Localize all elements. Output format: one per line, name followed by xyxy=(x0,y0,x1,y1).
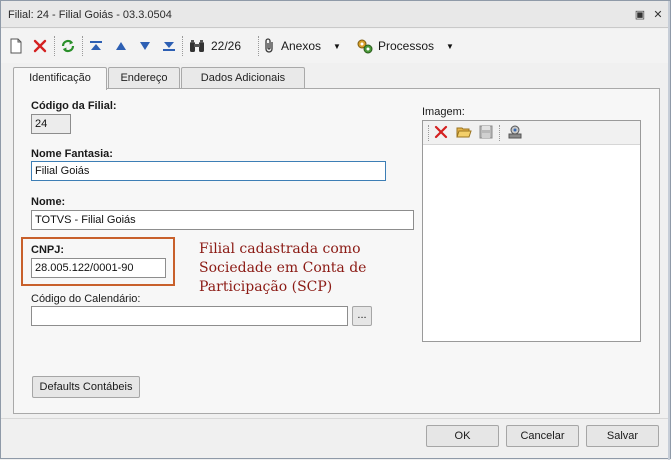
tab-identificacao[interactable]: Identificação xyxy=(13,67,107,90)
tab-endereco[interactable]: Endereço xyxy=(108,67,180,89)
toolbar-separator xyxy=(499,125,500,141)
processes-button[interactable]: Processos ▼ xyxy=(356,35,456,57)
toolbar-separator xyxy=(182,36,183,56)
toolbar-separator xyxy=(258,36,259,56)
image-label: Imagem: xyxy=(422,106,465,118)
previous-record-icon[interactable] xyxy=(112,35,130,57)
name-label: Nome: xyxy=(31,196,66,208)
toolbar-separator xyxy=(82,36,83,56)
cnpj-input[interactable]: 28.005.122/0001-90 xyxy=(31,258,166,278)
open-folder-icon[interactable] xyxy=(456,125,472,142)
window-title: Filial: 24 - Filial Goiás - 03.3.0504 xyxy=(8,9,172,21)
attachments-button[interactable]: Anexos ▼ xyxy=(263,35,351,57)
name-input[interactable]: TOTVS - Filial Goiás xyxy=(31,210,414,230)
attachments-label: Anexos xyxy=(281,39,322,53)
branch-code-field[interactable]: 24 xyxy=(31,114,71,134)
toolbar-separator xyxy=(54,36,55,56)
title-bar: Filial: 24 - Filial Goiás - 03.3.0504 ▣ … xyxy=(1,1,670,28)
scp-annotation: Filial cadastrada como Sociedade em Cont… xyxy=(199,240,366,297)
annotation-line: Filial cadastrada como xyxy=(199,241,361,257)
calendar-code-input[interactable] xyxy=(31,306,348,326)
first-record-icon[interactable] xyxy=(87,35,105,57)
toolbar-separator xyxy=(428,125,429,141)
toolbar: 22/26 Anexos ▼ Processos ▼ xyxy=(1,29,670,63)
image-toolbar xyxy=(423,121,640,145)
record-counter: 22/26 xyxy=(211,39,242,53)
ok-button[interactable]: OK xyxy=(426,425,499,447)
trade-name-input[interactable]: Filial Goiás xyxy=(31,161,386,181)
annotation-line: Participação (SCP) xyxy=(199,279,333,295)
scanner-icon[interactable] xyxy=(507,124,523,143)
refresh-icon[interactable] xyxy=(58,35,78,57)
processes-label: Processos xyxy=(378,39,435,53)
calendar-code-label: Código do Calendário: xyxy=(31,293,141,305)
window-edge xyxy=(668,1,670,460)
dialog-window: Filial: 24 - Filial Goiás - 03.3.0504 ▣ … xyxy=(0,0,671,460)
branch-code-label: Código da Filial: xyxy=(31,100,117,112)
next-record-icon[interactable] xyxy=(136,35,154,57)
cancel-button[interactable]: Cancelar xyxy=(506,425,579,447)
pin-icon[interactable]: ▣ xyxy=(633,8,647,22)
annotation-line: Sociedade em Conta de xyxy=(199,260,367,276)
footer-divider xyxy=(1,418,670,419)
gears-icon xyxy=(357,39,373,54)
last-record-icon[interactable] xyxy=(160,35,178,57)
image-box xyxy=(422,120,641,342)
delete-icon[interactable] xyxy=(31,35,49,57)
paperclip-icon xyxy=(265,38,273,53)
save-button[interactable]: Salvar xyxy=(586,425,659,447)
chevron-down-icon: ▼ xyxy=(333,41,341,51)
cnpj-label: CNPJ: xyxy=(31,244,65,256)
chevron-down-icon: ▼ xyxy=(446,41,454,51)
binoculars-icon[interactable] xyxy=(187,35,207,57)
tab-dados-adicionais[interactable]: Dados Adicionais xyxy=(181,67,305,89)
close-icon[interactable]: ✕ xyxy=(651,8,665,22)
accounting-defaults-button[interactable]: Defaults Contábeis xyxy=(32,376,140,398)
new-doc-icon[interactable] xyxy=(7,35,25,57)
trade-name-label: Nome Fantasia: xyxy=(31,148,113,160)
save-image-icon[interactable] xyxy=(479,125,493,142)
delete-image-icon[interactable] xyxy=(434,125,448,142)
calendar-lookup-button[interactable]: ... xyxy=(352,306,372,326)
